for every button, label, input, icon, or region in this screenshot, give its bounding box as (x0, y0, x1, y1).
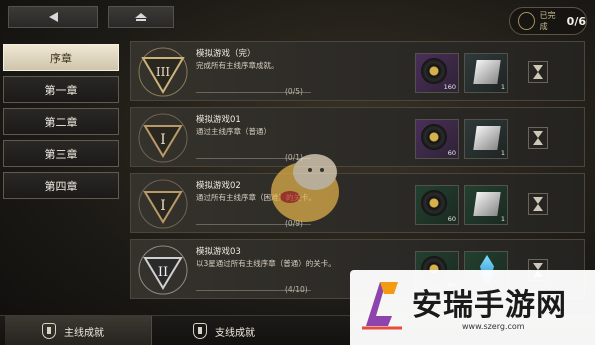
achievement-badge-icon (518, 12, 535, 30)
tab-side-achievements[interactable]: 支线成就 (193, 316, 255, 345)
shield-icon (193, 323, 207, 339)
vinyl-record-icon (421, 124, 447, 150)
emblem-numeral: I (160, 132, 166, 148)
reward-ticket[interactable]: 1 (464, 119, 508, 159)
tab-main-achievements[interactable]: 主线成就 (5, 316, 152, 345)
reward-qty: 1 (500, 149, 505, 157)
home-icon (135, 12, 147, 22)
achievement-title: 模拟游戏（完） (196, 49, 256, 59)
shield-icon (42, 323, 56, 339)
emblem-numeral: I (160, 198, 166, 214)
chapter-tab-4[interactable]: 第四章 (3, 172, 119, 199)
achievement-card[interactable]: I 模拟游戏01 通过主线序章（普通） (0/1) 60 1 (130, 107, 585, 167)
achievement-desc: 以3星通过所有主线序章（普通）的关卡。 (196, 259, 336, 268)
achievement-title: 模拟游戏01 (196, 115, 241, 125)
achievement-desc: 完成所有主线序章成就。 (196, 61, 279, 70)
watermark-text: 安瑞手游网 (412, 288, 567, 323)
achievement-list: III 模拟游戏（完） 完成所有主线序章成就。 (0/5) 160 1 I 模拟… (130, 41, 585, 305)
chapter-tab-3[interactable]: 第三章 (3, 140, 119, 167)
hourglass-icon (533, 131, 543, 145)
site-watermark: 安瑞手游网 www.szerg.com (350, 270, 595, 345)
chapter-tab-2[interactable]: 第二章 (3, 108, 119, 135)
reward-ticket[interactable]: 1 (464, 53, 508, 93)
hourglass-icon (533, 197, 543, 211)
claim-status-button[interactable] (528, 61, 548, 83)
rank-emblem-icon: II (138, 245, 188, 295)
back-button[interactable] (8, 6, 98, 28)
achievement-title: 模拟游戏02 (196, 181, 241, 191)
achievement-desc: 通过主线序章（普通） (196, 127, 271, 136)
claim-status-button[interactable] (528, 127, 548, 149)
reward-qty: 160 (443, 83, 456, 91)
achievement-card[interactable]: III 模拟游戏（完） 完成所有主线序章成就。 (0/5) 160 1 (130, 41, 585, 101)
chapter-tab-prologue[interactable]: 序章 (3, 44, 119, 71)
hourglass-icon (533, 65, 543, 79)
chapter-tab-1[interactable]: 第一章 (3, 76, 119, 103)
tab-label: 主线成就 (64, 327, 104, 339)
progress-text: (0/5) (285, 87, 303, 96)
completion-progress: 已完成 0/6 (509, 7, 587, 35)
progress-label: 已完成 (539, 11, 556, 31)
reward-qty: 60 (447, 215, 456, 223)
reward-qty: 1 (500, 215, 505, 223)
watermark-url: www.szerg.com (462, 322, 525, 331)
mascot-watermark-icon (271, 154, 339, 222)
progress-count: 0/6 (566, 14, 586, 28)
reward-ticket[interactable]: 1 (464, 185, 508, 225)
vinyl-record-icon (421, 58, 447, 84)
emblem-numeral: III (156, 65, 170, 79)
tab-label: 支线成就 (215, 327, 255, 339)
reward-qty: 60 (447, 149, 456, 157)
reward-vinyl[interactable]: 60 (415, 185, 459, 225)
ticket-icon (473, 60, 501, 84)
emblem-numeral: II (158, 265, 168, 280)
back-arrow-icon (48, 12, 58, 22)
achievement-card[interactable]: I 模拟游戏02 通过所有主线序章（困难）的关卡。 (0/9) 60 1 (130, 173, 585, 233)
rank-emblem-icon: I (138, 179, 188, 229)
ticket-icon (473, 192, 501, 216)
reward-vinyl[interactable]: 60 (415, 119, 459, 159)
watermark-logo-icon (362, 282, 402, 330)
rank-emblem-icon: III (138, 47, 188, 97)
reward-qty: 1 (500, 83, 505, 91)
reward-vinyl[interactable]: 160 (415, 53, 459, 93)
claim-status-button[interactable] (528, 193, 548, 215)
progress-text: (4/10) (285, 285, 308, 294)
vinyl-record-icon (421, 190, 447, 216)
home-button[interactable] (108, 6, 174, 28)
chapter-sidebar: 序章 第一章 第二章 第三章 第四章 (3, 44, 119, 204)
ticket-icon (473, 126, 501, 150)
rank-emblem-icon: I (138, 113, 188, 163)
achievement-title: 模拟游戏03 (196, 247, 241, 257)
